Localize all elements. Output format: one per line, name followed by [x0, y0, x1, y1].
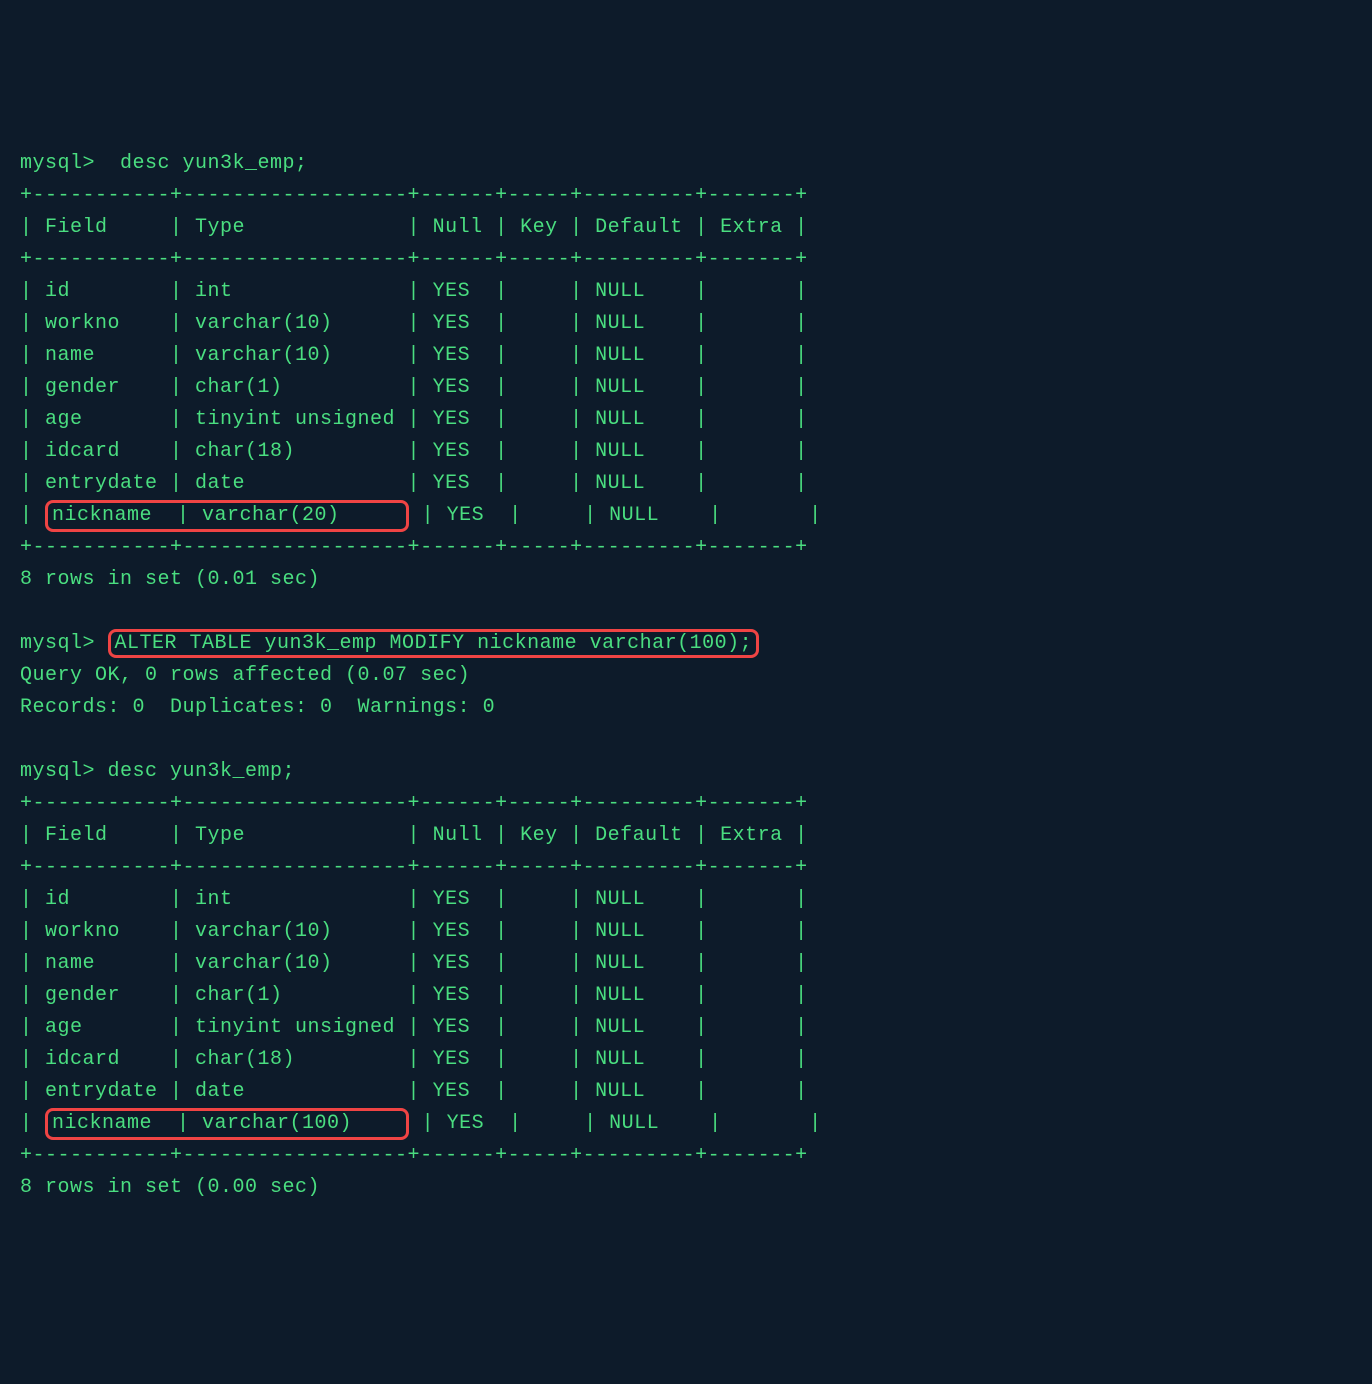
table2-row-gender: | gender | char(1) | YES | | NULL | | [20, 984, 808, 1007]
table1-row-name: | name | varchar(10) | YES | | NULL | | [20, 344, 808, 367]
alter-result-line2: Records: 0 Duplicates: 0 Warnings: 0 [20, 696, 495, 719]
table2-border-mid: +-----------+------------------+------+-… [20, 856, 808, 879]
table1-border-bot: +-----------+------------------+------+-… [20, 536, 808, 559]
table2-row-nickname-post: | YES | | NULL | | [409, 1112, 822, 1135]
table1-row-entrydate: | entrydate | date | YES | | NULL | | [20, 472, 808, 495]
table2-row-age: | age | tinyint unsigned | YES | | NULL … [20, 1016, 808, 1039]
table2-row-idcard: | idcard | char(18) | YES | | NULL | | [20, 1048, 808, 1071]
table1-row-nickname-pre: | [20, 504, 45, 527]
table2-header: | Field | Type | Null | Key | Default | … [20, 824, 808, 847]
table1-row-workno: | workno | varchar(10) | YES | | NULL | … [20, 312, 808, 335]
terminal-output: mysql> desc yun3k_emp; +-----------+----… [20, 148, 1352, 1204]
table1-header: | Field | Type | Null | Key | Default | … [20, 216, 808, 239]
highlight-nickname-v100: nickname | varchar(100) [45, 1108, 409, 1140]
table2-row-name: | name | varchar(10) | YES | | NULL | | [20, 952, 808, 975]
table1-border-mid: +-----------+------------------+------+-… [20, 248, 808, 271]
table1-row-gender: | gender | char(1) | YES | | NULL | | [20, 376, 808, 399]
table2-row-nickname-pre: | [20, 1112, 45, 1135]
table2-row-id: | id | int | YES | | NULL | | [20, 888, 808, 911]
prompt-line-3: mysql> desc yun3k_emp; [20, 760, 295, 783]
table2-border-top: +-----------+------------------+------+-… [20, 792, 808, 815]
table1-footer: 8 rows in set (0.01 sec) [20, 568, 320, 591]
alter-result-line1: Query OK, 0 rows affected (0.07 sec) [20, 664, 470, 687]
table1-border-top: +-----------+------------------+------+-… [20, 184, 808, 207]
prompt-line-1: mysql> desc yun3k_emp; [20, 152, 308, 175]
table1-row-idcard: | idcard | char(18) | YES | | NULL | | [20, 440, 808, 463]
highlight-nickname-v20: nickname | varchar(20) [45, 500, 409, 532]
table2-row-workno: | workno | varchar(10) | YES | | NULL | … [20, 920, 808, 943]
table2-footer: 8 rows in set (0.00 sec) [20, 1176, 320, 1199]
table1-row-id: | id | int | YES | | NULL | | [20, 280, 808, 303]
highlight-alter-command: ALTER TABLE yun3k_emp MODIFY nickname va… [108, 629, 760, 658]
prompt-line-2: mysql> [20, 632, 108, 655]
table2-border-bot: +-----------+------------------+------+-… [20, 1144, 808, 1167]
table1-row-nickname-post: | YES | | NULL | | [409, 504, 822, 527]
table1-row-age: | age | tinyint unsigned | YES | | NULL … [20, 408, 808, 431]
table2-row-entrydate: | entrydate | date | YES | | NULL | | [20, 1080, 808, 1103]
